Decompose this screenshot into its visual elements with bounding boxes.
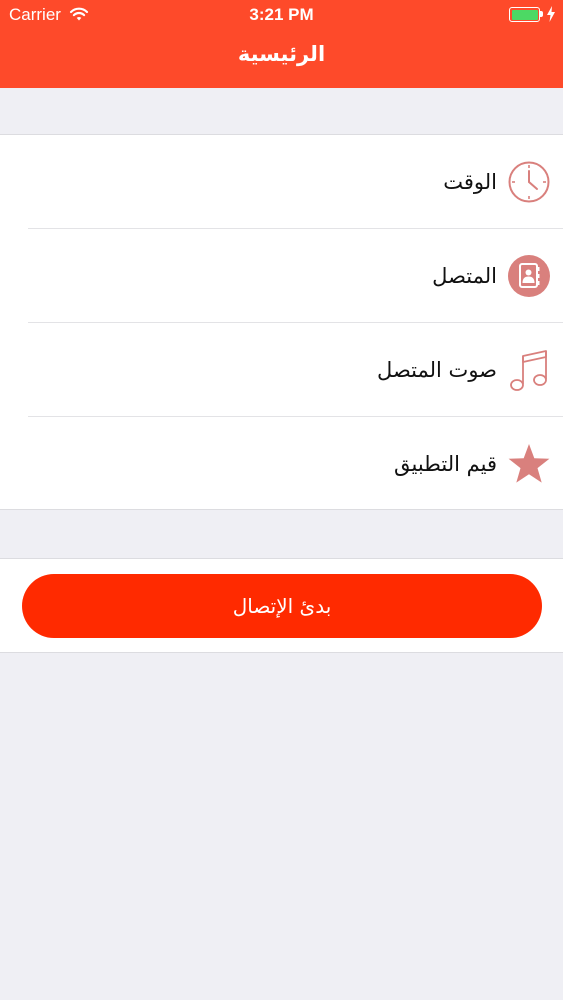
menu-item-rate-app[interactable]: قيم التطبيق: [0, 417, 563, 511]
contact-book-icon: [507, 254, 551, 298]
menu-item-caller-voice[interactable]: صوت المتصل: [0, 323, 563, 417]
menu-item-caller[interactable]: المتصل: [0, 229, 563, 323]
menu-item-label: المتصل: [432, 264, 497, 288]
status-bar: Carrier 3:21 PM: [0, 0, 563, 30]
page-title: الرئيسية: [237, 42, 326, 66]
menu-item-label: صوت المتصل: [377, 358, 497, 382]
music-note-icon: [507, 348, 551, 392]
button-panel: بدئ الإتصال: [0, 558, 563, 653]
menu-item-time[interactable]: الوقت: [0, 135, 563, 229]
star-icon: [507, 442, 551, 486]
battery-nub: [540, 11, 543, 17]
status-time: 3:21 PM: [249, 5, 314, 24]
navigation-header: Carrier 3:21 PM الرئيسية: [0, 0, 563, 88]
charging-bolt-icon: [546, 6, 556, 27]
menu-item-label: الوقت: [443, 170, 497, 194]
menu-list: الوقت المتصل صوت المتصل قيم التطبيق: [0, 134, 563, 510]
menu-item-label: قيم التطبيق: [393, 452, 497, 476]
clock-icon: [507, 160, 551, 204]
start-call-button[interactable]: بدئ الإتصال: [22, 574, 542, 638]
battery-icon: [509, 7, 540, 22]
